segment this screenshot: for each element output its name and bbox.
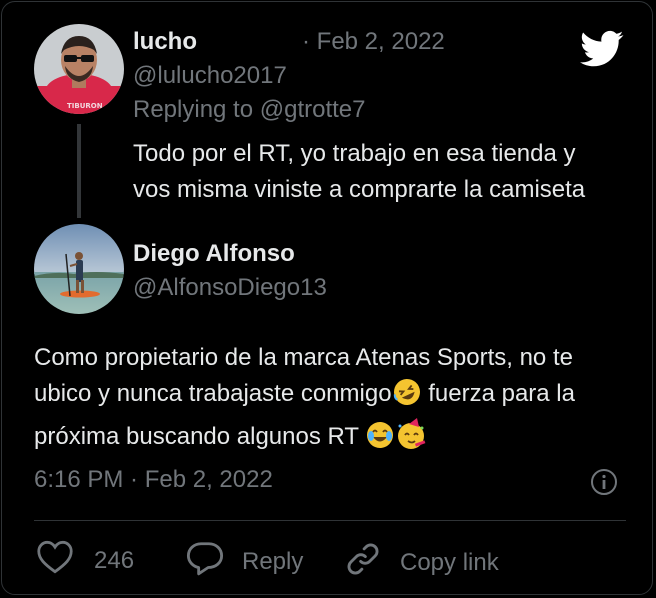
copy-link-button[interactable]: Copy link — [344, 540, 499, 585]
tweet-timestamp[interactable]: 6:16 PM · Feb 2, 2022 — [34, 466, 273, 494]
avatar-diego-alfonso[interactable] — [34, 224, 124, 314]
info-icon[interactable] — [590, 468, 618, 501]
reply-bubble-icon — [186, 540, 224, 583]
like-count: 246 — [94, 546, 135, 574]
main-tweet-text-line: Como propietario de la marca Atenas Spor… — [34, 344, 573, 371]
reply-tweet-text-line: vos misma viniste a comprarte la camiset… — [133, 176, 586, 203]
main-tweet-text-fragment: ubico y nunca trabajaste conmigo — [34, 380, 392, 407]
tweet-embed-card: TIBURON lucho · Feb 2, 2022 @lulucho2017… — [1, 1, 653, 595]
main-tweet-text-line-2: ubico y nunca trabajaste conmigo fuerza … — [34, 376, 634, 418]
main-tweet-text-fragment: fuerza para la — [421, 380, 575, 407]
divider — [34, 520, 626, 521]
author-name-diego-alfonso[interactable]: Diego Alfonso — [133, 240, 295, 268]
replying-to-line: Replying to @gtrotte7 — [133, 96, 366, 124]
main-tweet-text: Como propietario de la marca Atenas Spor… — [34, 340, 634, 461]
link-icon — [344, 540, 382, 585]
author-handle-diego-alfonso[interactable]: @AlfonsoDiego13 — [133, 274, 327, 302]
reply-button[interactable]: Reply — [186, 540, 303, 583]
like-button[interactable]: 246 — [36, 540, 134, 581]
main-tweet-text-fragment: próxima buscando algunos RT — [34, 423, 366, 450]
reply-tweet-text: Todo por el RT, yo trabajo en esa tienda… — [133, 136, 633, 208]
thread-connector-line — [77, 124, 81, 218]
reply-tweet-text-line: Todo por el RT, yo trabajo en esa tienda… — [133, 140, 576, 167]
heart-icon — [36, 540, 74, 581]
avatar-lucho[interactable]: TIBURON — [34, 24, 124, 114]
twitter-bird-icon[interactable] — [580, 30, 624, 73]
rofl-emoji-icon — [392, 377, 422, 418]
main-tweet-text-line-3: próxima buscando algunos RT — [34, 418, 634, 461]
joy-emoji-icon — [365, 420, 395, 461]
replying-to-prefix: Replying to — [133, 96, 260, 123]
party-face-emoji-icon — [395, 418, 427, 461]
svg-text:TIBURON: TIBURON — [67, 102, 103, 110]
author-handle-lucho[interactable]: @lulucho2017 — [133, 62, 287, 90]
author-name-lucho[interactable]: lucho — [133, 28, 197, 56]
replying-to-handle[interactable]: @gtrotte7 — [260, 96, 366, 123]
reply-label: Reply — [242, 547, 304, 575]
copy-link-label: Copy link — [400, 548, 499, 576]
reply-tweet-date[interactable]: · Feb 2, 2022 — [302, 28, 445, 56]
